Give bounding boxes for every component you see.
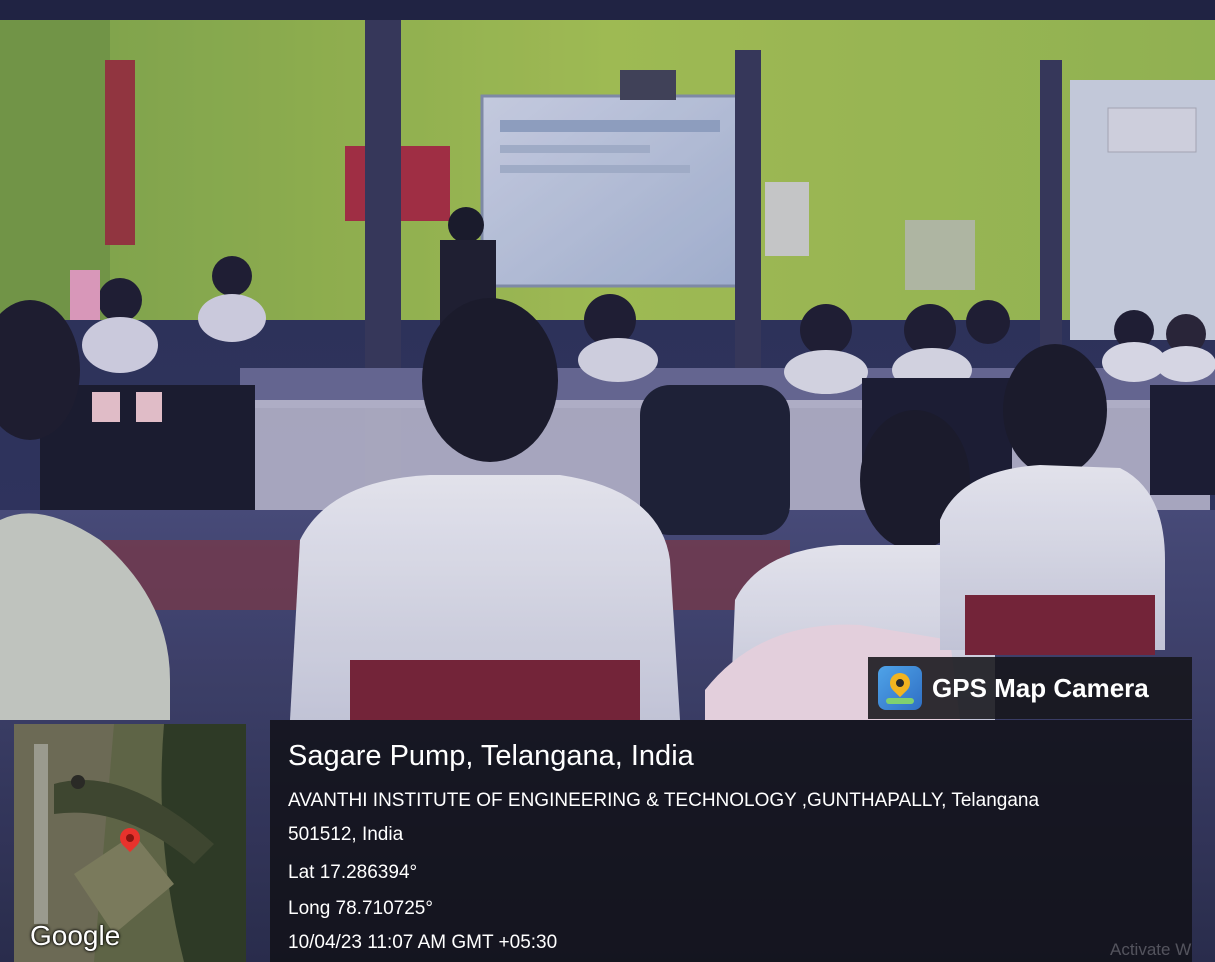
latitude: Lat 17.286394°	[288, 862, 418, 883]
gps-badge-title: GPS Map Camera	[932, 672, 1149, 703]
timestamp: 10/04/23 11:07 AM GMT +05:30	[288, 932, 558, 953]
address-line-2: 501512, India	[288, 824, 404, 845]
address-line-1: AVANTHI INSTITUTE OF ENGINEERING & TECHN…	[288, 790, 1040, 811]
google-logo: Google	[30, 920, 121, 951]
longitude: Long 78.710725°	[288, 898, 433, 919]
location-info-panel: Sagare Pump, Telangana, India AVANTHI IN…	[270, 720, 1192, 962]
activate-windows-watermark: Activate W	[1110, 940, 1192, 959]
satellite-minimap: Google	[14, 724, 246, 962]
gps-map-camera-app-icon	[878, 666, 922, 710]
gps-map-camera-badge: GPS Map Camera	[868, 657, 1192, 719]
location-title: Sagare Pump, Telangana, India	[288, 740, 694, 772]
